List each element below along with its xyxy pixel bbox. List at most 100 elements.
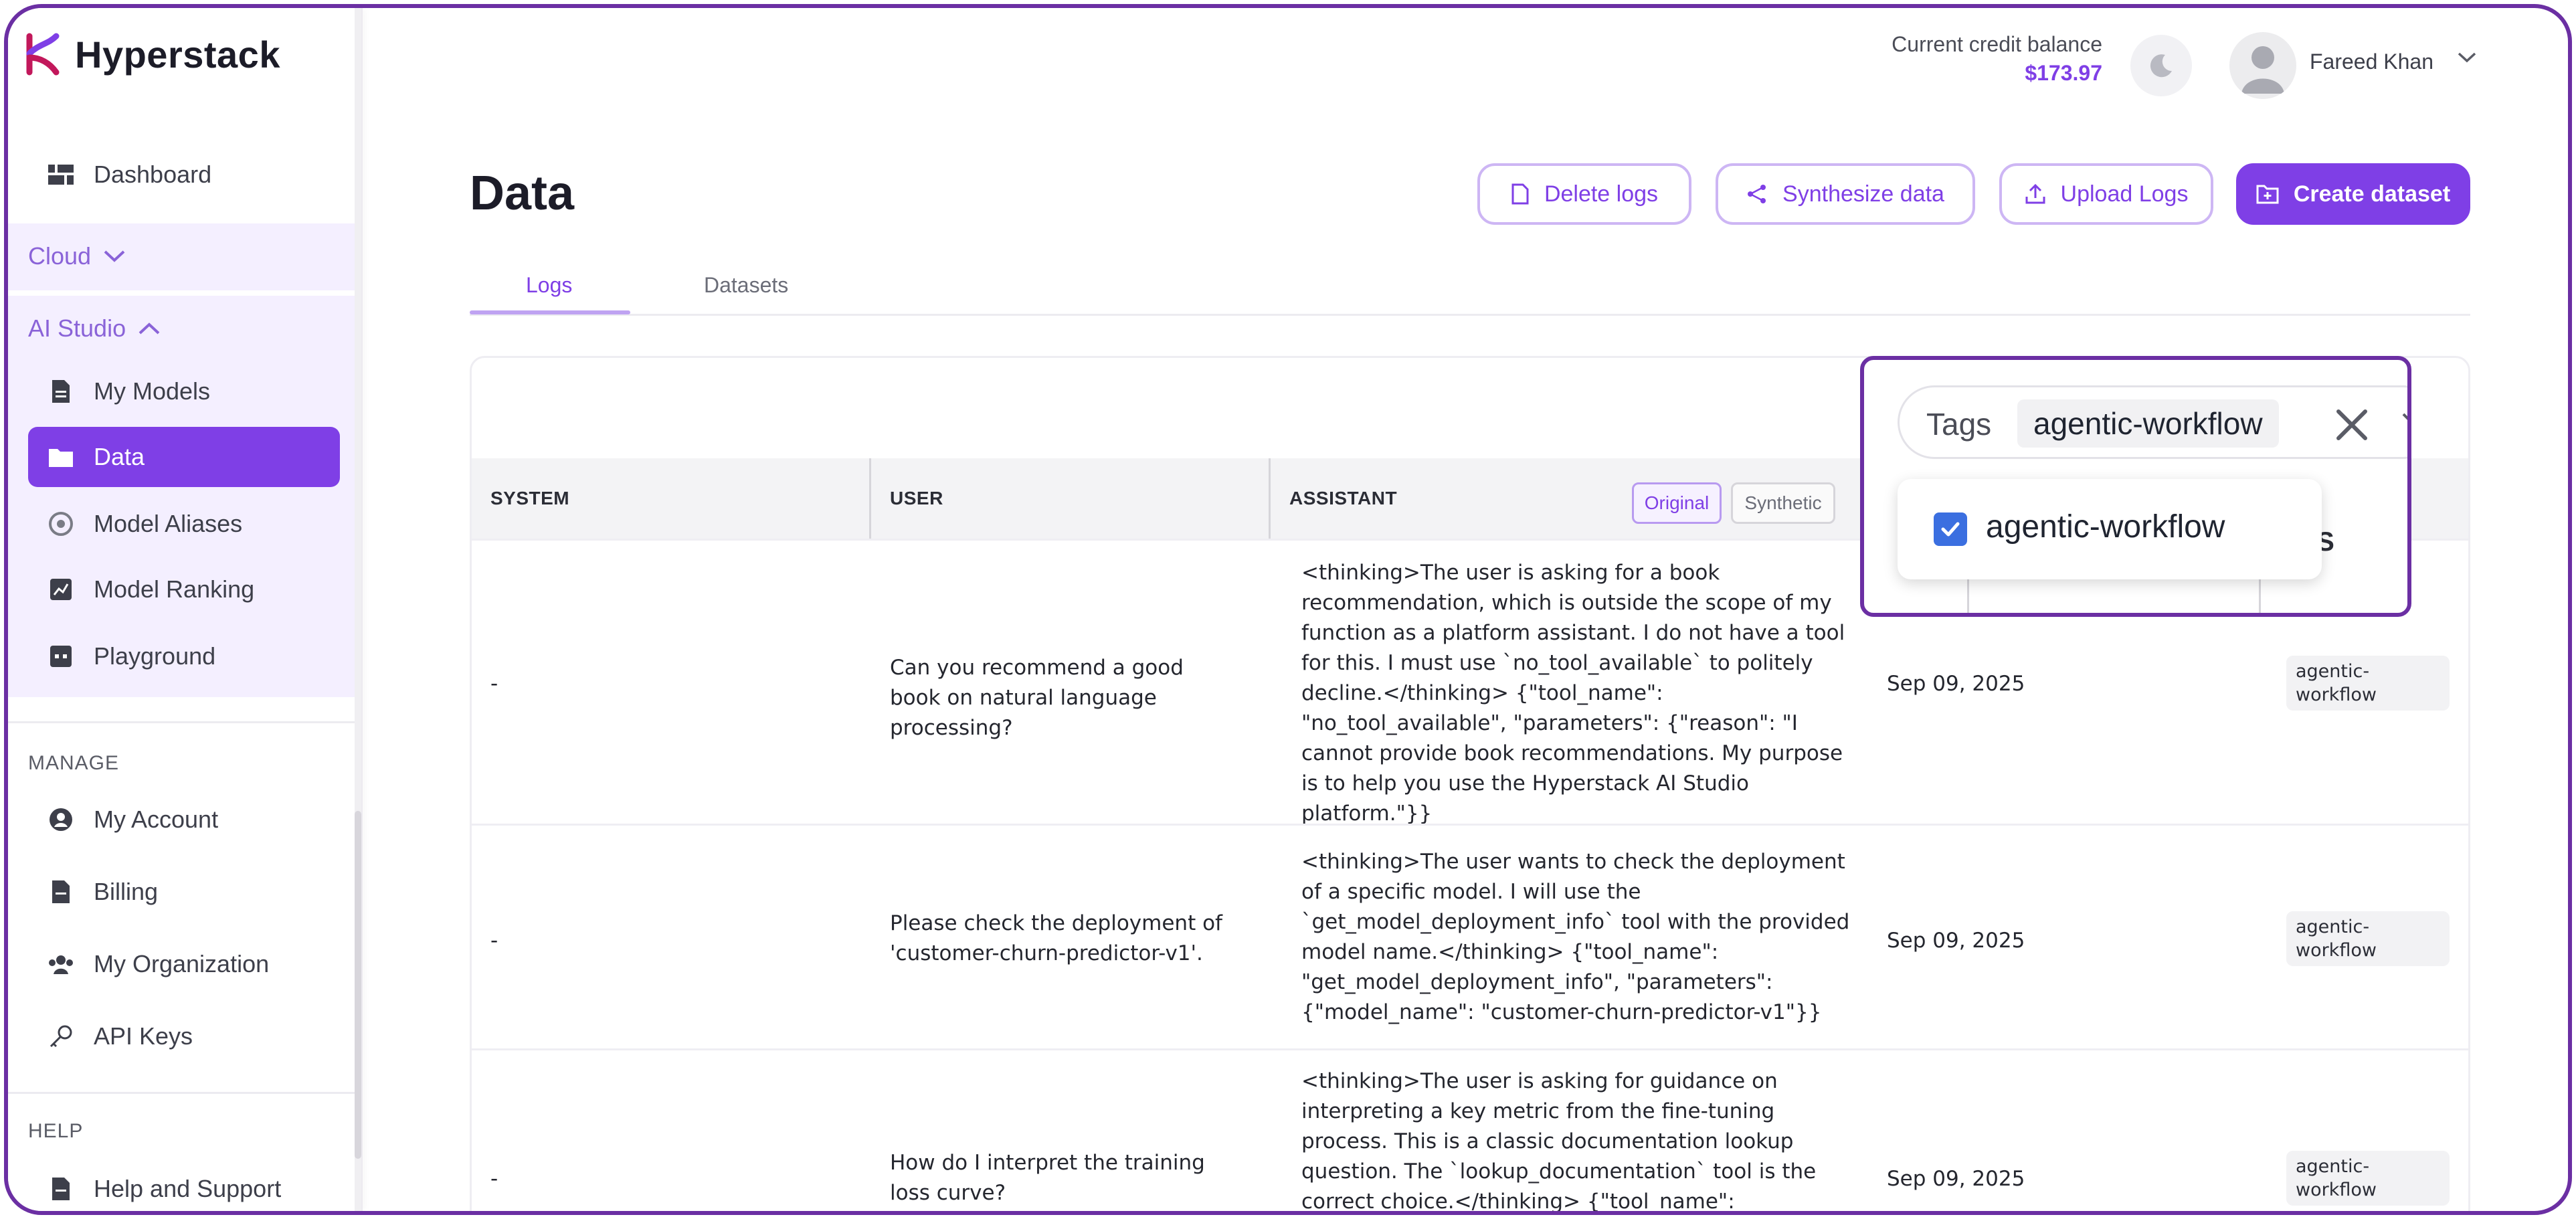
create-dataset-button[interactable]: Create dataset <box>2236 163 2470 225</box>
hyperstack-logo-icon <box>26 33 60 76</box>
theme-toggle-button[interactable] <box>2130 35 2192 96</box>
brand-logo[interactable]: Hyperstack <box>25 31 280 78</box>
cloud-label: Cloud <box>28 242 92 270</box>
folder-icon <box>48 444 74 470</box>
tag-filter-popup: Tags agentic-workflow GS agentic-workflo… <box>1860 356 2411 617</box>
close-icon[interactable] <box>2332 405 2372 445</box>
sidebar-item-dashboard[interactable]: Dashboard <box>28 145 340 205</box>
ai-studio-label: AI Studio <box>28 314 126 342</box>
credit-balance: Current credit balance $173.97 <box>1855 32 2102 86</box>
alias-icon <box>48 511 74 537</box>
tab-datasets[interactable]: Datasets <box>704 273 788 298</box>
synthesize-data-button[interactable]: Synthesize data <box>1716 163 1975 225</box>
table-row[interactable]: - Please check the deployment of 'custom… <box>472 824 2468 1048</box>
tag-options-menu: agentic-workflow <box>1898 479 2322 579</box>
ai-studio-toggle[interactable]: AI Studio <box>28 314 161 343</box>
cell-user: How do I interpret the training loss cur… <box>890 1151 1205 1205</box>
sidebar-item-my-account[interactable]: My Account <box>28 789 340 850</box>
user-avatar-icon <box>2241 46 2284 94</box>
cell-user: Can you recommend a good book on natural… <box>890 656 1184 740</box>
app-frame: Hyperstack Dashboard Cloud AI Studio My … <box>4 4 2572 1215</box>
delete-logs-button[interactable]: Delete logs <box>1477 163 1691 225</box>
tag-chip: agentic-workflow <box>2286 1151 2450 1206</box>
upload-logs-button[interactable]: Upload Logs <box>1999 163 2213 225</box>
manage-section-label: MANAGE <box>28 752 120 774</box>
table-row[interactable]: - How do I interpret the training loss c… <box>472 1048 2468 1214</box>
sidebar-item-label: My Models <box>94 377 211 405</box>
help-section-label: HELP <box>28 1120 84 1142</box>
chevron-down-icon[interactable] <box>2401 411 2411 426</box>
sidebar-item-my-organization[interactable]: My Organization <box>28 934 340 994</box>
upload-icon <box>2025 183 2045 204</box>
playground-icon <box>48 644 74 669</box>
sidebar-item-my-models[interactable]: My Models <box>28 361 340 421</box>
sidebar-scroll-thumb[interactable] <box>355 811 361 1159</box>
folder-plus-icon <box>2256 185 2279 204</box>
column-header-user[interactable]: USER <box>871 458 1269 539</box>
column-header-assistant[interactable]: ASSISTANT <box>1271 458 1605 539</box>
account-icon <box>48 807 74 832</box>
create-dataset-label: Create dataset <box>2293 181 2451 207</box>
help-icon <box>48 1176 74 1202</box>
cell-date: Sep 09, 2025 <box>1887 1167 2025 1191</box>
avatar[interactable] <box>2229 32 2296 99</box>
cell-assistant: <thinking>The user wants to check the de… <box>1301 850 1850 1024</box>
sidebar-item-label: API Keys <box>94 1022 193 1050</box>
ranking-icon <box>48 577 74 602</box>
option-checkbox[interactable] <box>1934 512 1967 546</box>
share-nodes-icon <box>1748 185 1766 203</box>
sidebar-item-model-ranking[interactable]: Model Ranking <box>28 559 340 620</box>
column-divider <box>2259 579 2261 613</box>
sidebar-item-api-keys[interactable]: API Keys <box>28 1006 340 1066</box>
tab-bar: Logs Datasets <box>470 262 2470 316</box>
delete-logs-label: Delete logs <box>1544 181 1659 207</box>
chevron-down-icon <box>104 250 125 262</box>
sidebar-item-label: Playground <box>94 642 216 670</box>
sidebar-item-data[interactable]: Data <box>28 427 340 487</box>
selected-tag-chip: agentic-workflow <box>2017 399 2279 448</box>
sidebar-item-label: Dashboard <box>94 161 212 188</box>
tag-option-label[interactable]: agentic-workflow <box>1986 508 2225 545</box>
sidebar-item-label: Billing <box>94 878 159 905</box>
chevron-up-icon <box>139 322 160 335</box>
sidebar: Hyperstack Dashboard Cloud AI Studio My … <box>8 8 363 1211</box>
check-icon <box>1941 522 1960 537</box>
moon-icon <box>2150 54 2172 78</box>
sidebar-item-billing[interactable]: Billing <box>28 862 340 922</box>
sidebar-item-label: Model Aliases <box>94 510 243 537</box>
sidebar-item-label: Help and Support <box>94 1175 282 1202</box>
page-title: Data <box>470 167 575 220</box>
tag-chip: agentic-workflow <box>2286 911 2450 966</box>
column-header-system[interactable]: SYSTEM <box>472 458 869 539</box>
billing-icon <box>48 879 74 905</box>
sidebar-item-playground[interactable]: Playground <box>28 626 340 686</box>
original-toggle-button[interactable]: Original <box>1632 482 1722 524</box>
tag-filter-label: Tags <box>1926 407 1992 442</box>
user-name[interactable]: Fareed Khan <box>2310 50 2433 74</box>
cell-system: - <box>490 929 498 953</box>
key-icon <box>48 1024 74 1049</box>
cell-assistant: <thinking>The user is asking for guidanc… <box>1301 1069 1817 1214</box>
cell-date: Sep 09, 2025 <box>1887 672 2025 696</box>
chevron-down-icon[interactable] <box>2457 51 2477 64</box>
cell-system: - <box>490 672 498 696</box>
cloud-toggle[interactable]: Cloud <box>28 242 126 270</box>
organization-icon <box>48 951 74 977</box>
column-divider <box>1967 579 1969 613</box>
sidebar-item-label: Data <box>94 443 145 470</box>
tab-logs[interactable]: Logs <box>526 273 572 298</box>
sidebar-divider <box>8 721 360 723</box>
sidebar-item-label: My Organization <box>94 950 270 977</box>
document-icon <box>1511 183 1529 205</box>
sidebar-item-help-and-support[interactable]: Help and Support <box>28 1159 340 1211</box>
synthesize-data-label: Synthesize data <box>1782 181 1944 207</box>
tag-chip: agentic-workflow <box>2286 656 2450 711</box>
cell-assistant: <thinking>The user is asking for a book … <box>1301 561 1845 826</box>
credit-balance-value: $173.97 <box>2025 61 2102 85</box>
synthetic-toggle-button[interactable]: Synthetic <box>1731 482 1835 524</box>
cell-system: - <box>490 1167 498 1191</box>
tag-filter-field[interactable]: Tags agentic-workflow <box>1898 385 2411 459</box>
cell-user: Please check the deployment of 'customer… <box>890 911 1222 965</box>
upload-logs-label: Upload Logs <box>2060 181 2189 207</box>
sidebar-item-model-aliases[interactable]: Model Aliases <box>28 494 340 554</box>
